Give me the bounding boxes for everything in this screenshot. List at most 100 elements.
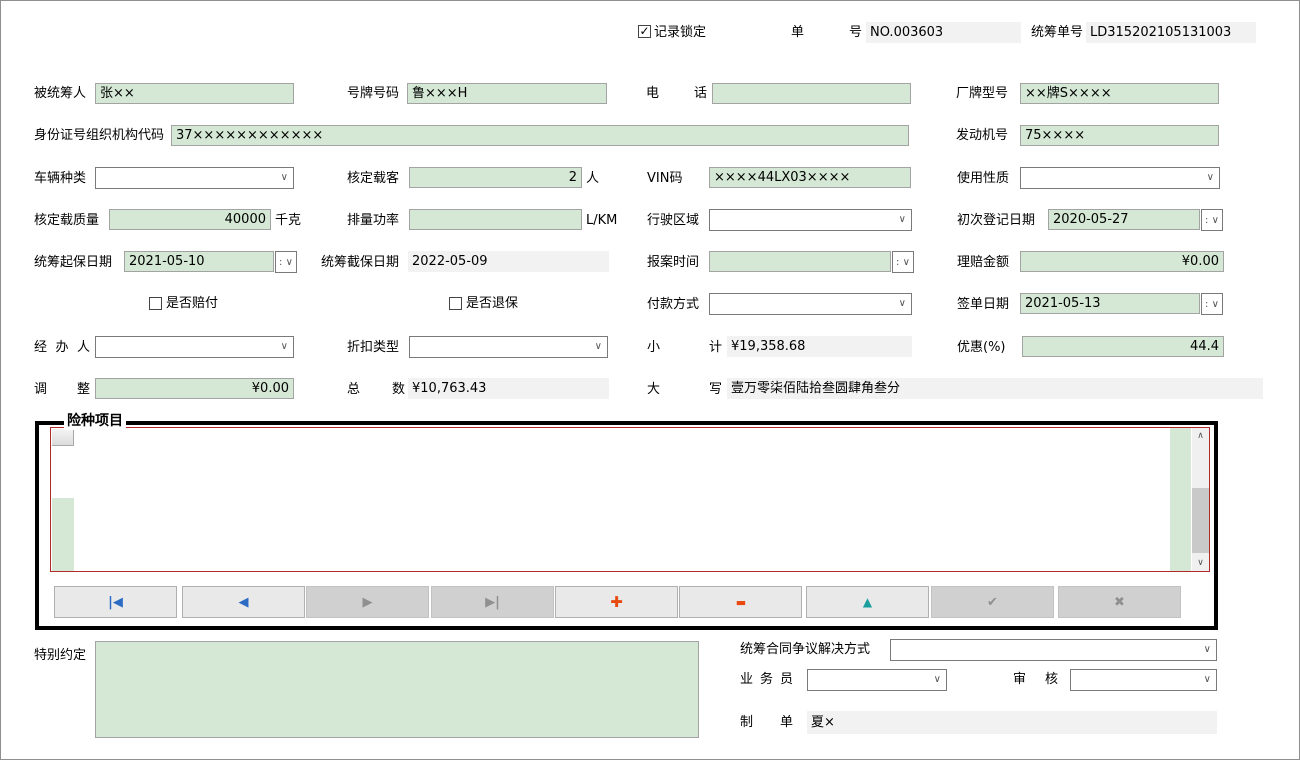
brand-model-input[interactable]: ××牌S×××× [1020, 83, 1219, 104]
doc-no-field: NO.003603 [866, 22, 1021, 43]
doc-no-label: 单 号 [791, 22, 862, 43]
salesman-select[interactable]: 陈×× ∨ [807, 669, 947, 691]
id-code-input[interactable]: 37×××××××××××× [171, 125, 909, 146]
engine-no-label: 发动机号 [956, 125, 1008, 146]
report-time-label: 报案时间 [647, 252, 699, 273]
area-label: 行驶区域 [647, 210, 699, 231]
sign-date-picker-button[interactable]: : ∨ [1201, 293, 1223, 315]
special-label: 特别约定 [34, 645, 86, 666]
subtotal-field: ¥19,358.68 [727, 336, 912, 357]
discount-type-select[interactable]: ∨ [409, 336, 608, 358]
nav-prior-button[interactable]: ◀ [182, 586, 305, 618]
chevron-down-icon: ∨ [903, 257, 910, 268]
is-paid-label: 是否赔付 [166, 293, 218, 314]
nav-insert-button[interactable]: ✚ [555, 586, 678, 618]
phone-input[interactable] [712, 83, 911, 104]
nav-last-button: ▶| [431, 586, 554, 618]
tc-no-label: 统筹单号 [1031, 22, 1083, 43]
total-field: ¥10,763.43 [408, 378, 609, 399]
x-icon: ✖ [1114, 595, 1125, 610]
chevron-down-icon: ∨ [1204, 670, 1211, 690]
picker-dots: : [1205, 299, 1208, 310]
start-date-input[interactable]: 2021-05-10 [124, 251, 274, 272]
start-date-picker-button[interactable]: : ∨ [275, 251, 297, 273]
record-lock-checkbox[interactable] [638, 25, 651, 38]
is-surrender-label: 是否退保 [466, 293, 518, 314]
is-paid-checkbox[interactable] [149, 297, 162, 310]
chevron-down-icon: ∨ [281, 337, 288, 357]
chevron-down-icon: ∨ [899, 294, 906, 314]
coordination-form-window: 记录锁定 单 号 NO.003603 统筹单号 LD31520210513100… [0, 0, 1300, 760]
end-date-label: 统筹截保日期 [321, 252, 399, 273]
dispute-select[interactable]: 诉讼 ∨ [890, 639, 1217, 661]
vehicle-type-label: 车辆种类 [34, 168, 86, 189]
first-reg-date-input[interactable]: 2020-05-27 [1048, 209, 1200, 230]
insurance-items-grid[interactable]: ∧ ∨ [50, 427, 1210, 572]
nav-first-button[interactable]: |◀ [54, 586, 177, 618]
next-record-icon: ▶ [363, 595, 373, 610]
nav-edit-button[interactable]: ▲ [806, 586, 929, 618]
adjust-input[interactable]: ¥0.00 [95, 378, 294, 399]
usage-label: 使用性质 [957, 168, 1009, 189]
plus-icon: ✚ [610, 593, 623, 611]
grid-vertical-scrollbar[interactable]: ∧ ∨ [1192, 428, 1209, 571]
area-select[interactable]: 中国 ∨ [709, 209, 912, 231]
discount-pct-label: 优惠(%) [957, 337, 1006, 358]
sign-date-input[interactable]: 2021-05-13 [1020, 293, 1200, 314]
insured-label: 被统筹人 [34, 83, 86, 104]
subtotal-label: 小 计 [647, 337, 722, 358]
insured-input[interactable]: 张×× [95, 83, 294, 104]
scroll-down-button[interactable]: ∨ [1192, 555, 1209, 571]
chevron-down-icon: ∨ [1204, 640, 1211, 660]
amount-words-label: 大 写 [647, 379, 722, 400]
discount-pct-input[interactable]: 44.4 [1022, 336, 1224, 357]
report-time-picker-button[interactable]: : ∨ [892, 251, 914, 273]
nav-next-button: ▶ [306, 586, 429, 618]
chevron-down-icon: ∨ [595, 337, 602, 357]
chevron-down-icon: ∨ [1207, 168, 1214, 188]
pay-method-label: 付款方式 [647, 294, 699, 315]
plate-no-input[interactable]: 鲁×××H [407, 83, 607, 104]
claim-amount-input[interactable]: ¥0.00 [1020, 251, 1224, 272]
claim-amount-label: 理赔金额 [957, 252, 1009, 273]
total-label: 总 数 [347, 379, 405, 400]
displacement-input[interactable] [409, 209, 582, 230]
report-time-input[interactable] [709, 251, 891, 272]
load-input[interactable]: 40000 [109, 209, 271, 230]
preparer-field: 夏× [807, 711, 1217, 734]
prior-record-icon: ◀ [239, 595, 249, 610]
scroll-up-button[interactable]: ∧ [1192, 428, 1209, 444]
nav-post-button: ✔ [931, 586, 1054, 618]
picker-dots: : [1205, 215, 1208, 226]
grid-right-green-column [1170, 428, 1191, 571]
start-date-label: 统筹起保日期 [34, 252, 112, 273]
pay-method-select[interactable]: ∨ [709, 293, 912, 315]
vehicle-type-select[interactable]: 重型半挂牵引车 ∨ [95, 167, 294, 189]
picker-dots: : [279, 257, 282, 268]
scrollbar-thumb[interactable] [1192, 488, 1209, 553]
handler-select[interactable]: ×××总公司 ∨ [95, 336, 294, 358]
seats-label: 核定载客 [347, 168, 399, 189]
nav-cancel-button: ✖ [1058, 586, 1181, 618]
dispute-label: 统筹合同争议解决方式 [740, 639, 870, 660]
is-surrender-checkbox[interactable] [449, 297, 462, 310]
vin-label: VIN码 [647, 168, 682, 189]
reviewer-select[interactable]: 李×× ∨ [1070, 669, 1217, 691]
special-textarea[interactable] [95, 641, 699, 738]
grid-left-green-column [52, 498, 74, 571]
load-unit: 千克 [275, 210, 301, 231]
chevron-down-icon: ∨ [934, 670, 941, 690]
chevron-down-icon: ∨ [286, 257, 293, 268]
displacement-unit: L/KM [586, 210, 617, 231]
usage-select[interactable]: 营运货车 ∨ [1020, 167, 1220, 189]
nav-delete-button[interactable]: ▬ [679, 586, 802, 618]
tc-no-field: LD315202105131003 [1086, 22, 1256, 43]
salesman-label: 业 务 员 [740, 669, 793, 690]
engine-no-input[interactable]: 75×××× [1020, 125, 1219, 146]
vin-input[interactable]: ××××44LX03×××× [709, 167, 911, 188]
seats-input[interactable]: 2 [409, 167, 582, 188]
check-icon: ✔ [987, 595, 998, 610]
first-reg-date-picker-button[interactable]: : ∨ [1201, 209, 1223, 231]
first-reg-date-label: 初次登记日期 [957, 210, 1035, 231]
first-record-icon: |◀ [108, 595, 123, 610]
